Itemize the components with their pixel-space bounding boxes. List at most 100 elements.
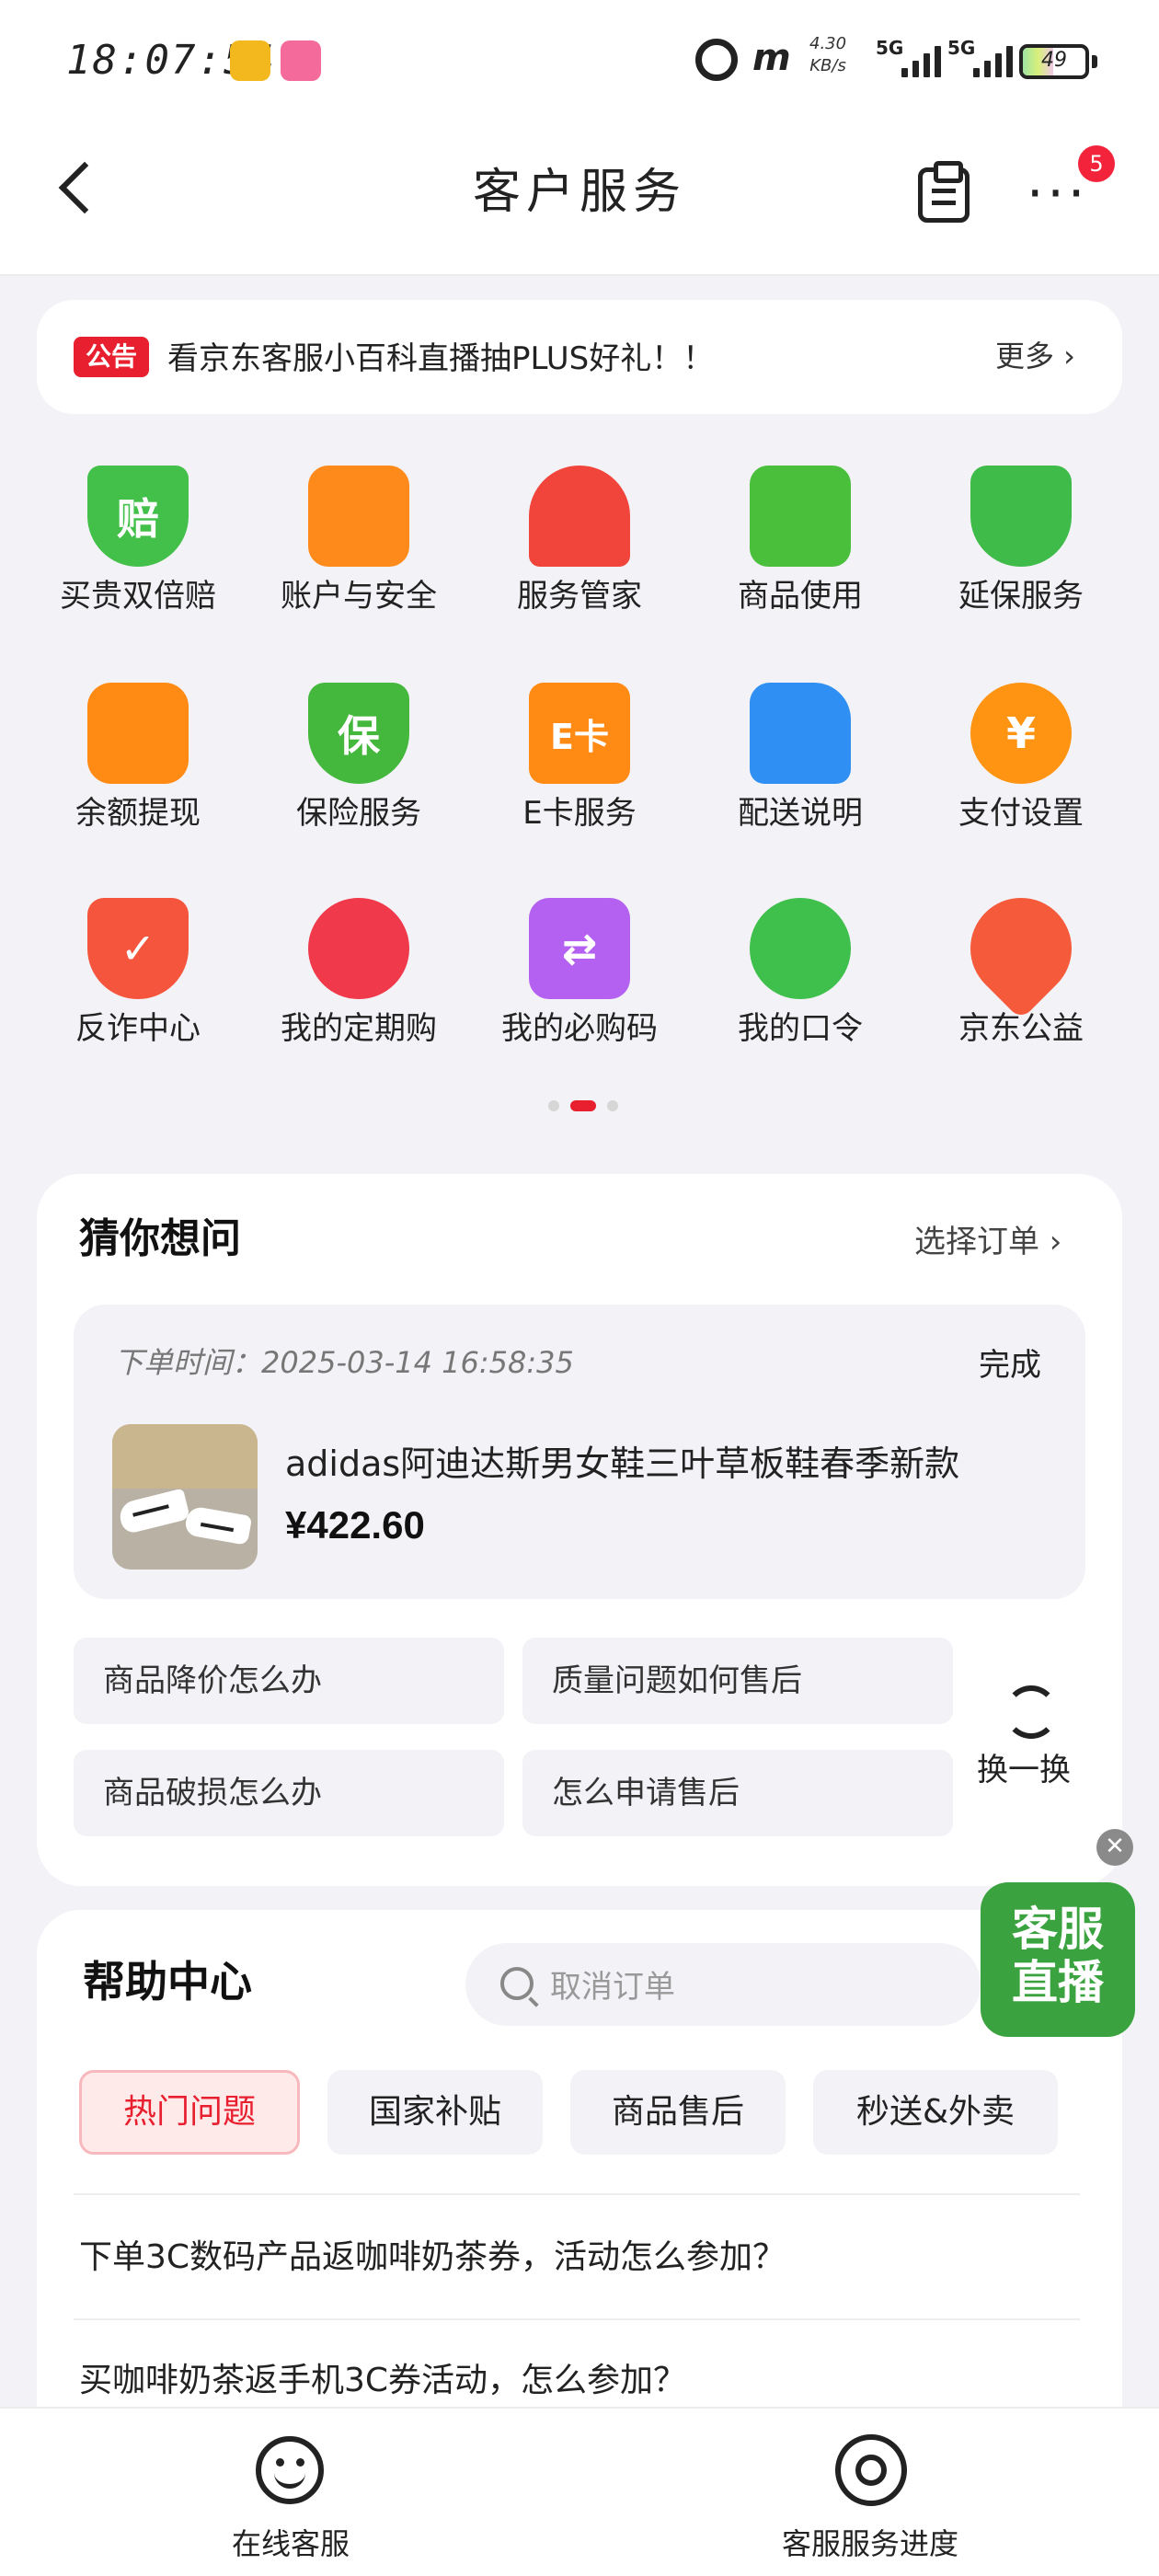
tab-national-subsidy[interactable]: 国家补贴 [327,2070,543,2155]
page-dot-active [570,1100,596,1111]
service-item[interactable]: 账户与安全 [258,454,460,657]
service-item-label: 配送说明 [738,795,863,832]
service-item-label: E卡服务 [522,795,637,832]
refresh-icon[interactable] [1004,1685,1058,1739]
customer-service-live-button[interactable]: 客服 直播 [981,1882,1135,2037]
service-item-label: 反诈中心 [75,1010,201,1047]
page-dot [607,1100,618,1111]
quick-question[interactable]: 怎么申请售后 [522,1750,953,1836]
notice-text[interactable]: 看京东客服小百科直播抽PLUS好礼！！ [167,333,714,378]
order-time: 下单时间：2025-03-14 16:58:35 [114,1345,574,1380]
account-security-icon [308,466,409,567]
network-speed-unit: KB/s [809,56,846,75]
service-item-label: 服务管家 [517,578,642,615]
service-item-label: 余额提现 [75,795,201,832]
service-item-label: 我的必购码 [501,1010,658,1047]
guess-title: 猜你想问 [79,1215,241,1262]
product-name: adidas阿迪达斯男女鞋三叶草板鞋春季新款 [285,1443,960,1484]
network-speed: 4.30 KB/s [809,33,846,77]
service-item[interactable]: 保保险服务 [258,672,460,874]
search-icon [500,1967,534,2000]
tab-hot-questions[interactable]: 热门问题 [79,2070,300,2155]
quick-question[interactable]: 商品破损怎么办 [74,1750,504,1836]
service-item[interactable]: 我的口令 [699,887,901,1089]
page-indicator [548,1100,622,1111]
faq-item[interactable]: 买咖啡奶茶返手机3C券活动，怎么参加？ [79,2353,686,2401]
battery-level: 49 [1041,49,1067,72]
alarm-clock-icon [308,898,409,999]
progress-target-icon[interactable] [835,2434,907,2506]
signal-app-icon: m [752,37,791,79]
smiley-chat-icon[interactable] [256,2436,324,2504]
signal-1-label: 5G [876,37,904,59]
icon-glyph: E卡 [550,716,609,757]
service-item-label: 我的定期购 [281,1010,437,1047]
service-item[interactable]: 余额提现 [37,672,239,874]
service-item-label: 商品使用 [738,578,863,615]
service-item[interactable]: 赔买贵双倍赔 [37,454,239,657]
service-item-label: 买贵双倍赔 [60,578,216,615]
tab-after-sales[interactable]: 商品售后 [570,2070,786,2155]
mail-app-icon [230,40,270,81]
bilibili-app-icon [281,40,321,81]
notification-badge: 5 [1078,145,1115,182]
divider [74,2193,1080,2195]
product-usage-icon [750,466,851,567]
notice-tag: 公告 [74,337,149,377]
service-item[interactable]: 京东公益 [920,877,1122,1089]
service-item[interactable]: 商品使用 [699,454,901,657]
help-search-input[interactable] [465,1943,981,2026]
icon-glyph: ¥ [1005,708,1036,758]
online-service-label[interactable]: 在线客服 [232,2521,350,2563]
page-title: 客户服务 [472,165,686,220]
service-butler-icon [529,466,630,567]
refresh-label[interactable]: 换一换 [977,1744,1071,1789]
clipboard-icon[interactable] [918,161,970,223]
service-progress-label[interactable]: 客服服务进度 [782,2521,958,2563]
select-order-link[interactable]: 选择订单 › [914,1216,1061,1261]
icon-glyph: 赔 [117,494,159,544]
ecard-icon: E卡 [529,683,630,784]
quick-question[interactable]: 质量问题如何售后 [522,1638,953,1724]
tab-instant-delivery[interactable]: 秒送&外卖 [813,2070,1058,2155]
network-speed-value: 4.30 [809,34,847,53]
signal-1-icon: 5G [876,37,941,81]
faq-item[interactable]: 下单3C数码产品返咖啡奶茶券，活动怎么参加？ [79,2230,786,2278]
page-dot [548,1100,559,1111]
coupon-code-icon: ⇄ [529,898,630,999]
icon-glyph: ✓ [120,924,156,973]
service-item[interactable]: 服务管家 [478,454,681,657]
service-item[interactable]: ✓ 反诈中心 [37,887,239,1089]
service-item-label: 京东公益 [958,1010,1084,1047]
delivery-truck-icon [750,683,851,784]
signal-2-label: 5G [947,37,976,59]
compensation-icon: 赔 [87,466,189,567]
search-placeholder[interactable]: 取消订单 [550,1961,675,2007]
close-icon[interactable]: ✕ [1096,1829,1133,1866]
notice-more-link[interactable]: 更多 › [995,333,1075,375]
service-item-label: 保险服务 [296,795,421,832]
heart-icon [949,877,1093,1020]
live-line-2: 直播 [1012,1956,1104,2009]
quick-question[interactable]: 商品降价怎么办 [74,1638,504,1724]
service-item[interactable]: 我的定期购 [258,887,460,1089]
service-item-label: 我的口令 [738,1010,863,1047]
warranty-icon [970,466,1072,567]
insurance-icon: 保 [308,683,409,784]
service-item[interactable]: ¥ 支付设置 [920,672,1122,874]
service-item[interactable]: E卡 E卡服务 [478,672,681,874]
bottom-bar [0,2407,1159,2576]
service-item[interactable]: ⇄ 我的必购码 [478,887,681,1089]
anti-fraud-icon: ✓ [87,898,189,999]
product-price: ¥422.60 [285,1503,425,1547]
service-item-label: 延保服务 [958,578,1084,615]
payment-icon: ¥ [970,683,1072,784]
icon-glyph: ⇄ [561,924,598,973]
service-item[interactable]: 配送说明 [699,672,901,874]
service-item[interactable]: 延保服务 [920,454,1122,657]
live-line-1: 客服 [1012,1903,1104,1956]
wallet-icon [87,683,189,784]
icon-glyph: 保 [338,711,380,761]
help-center-title: 帮助中心 [83,1957,252,2007]
alarm-status-icon [695,39,738,81]
